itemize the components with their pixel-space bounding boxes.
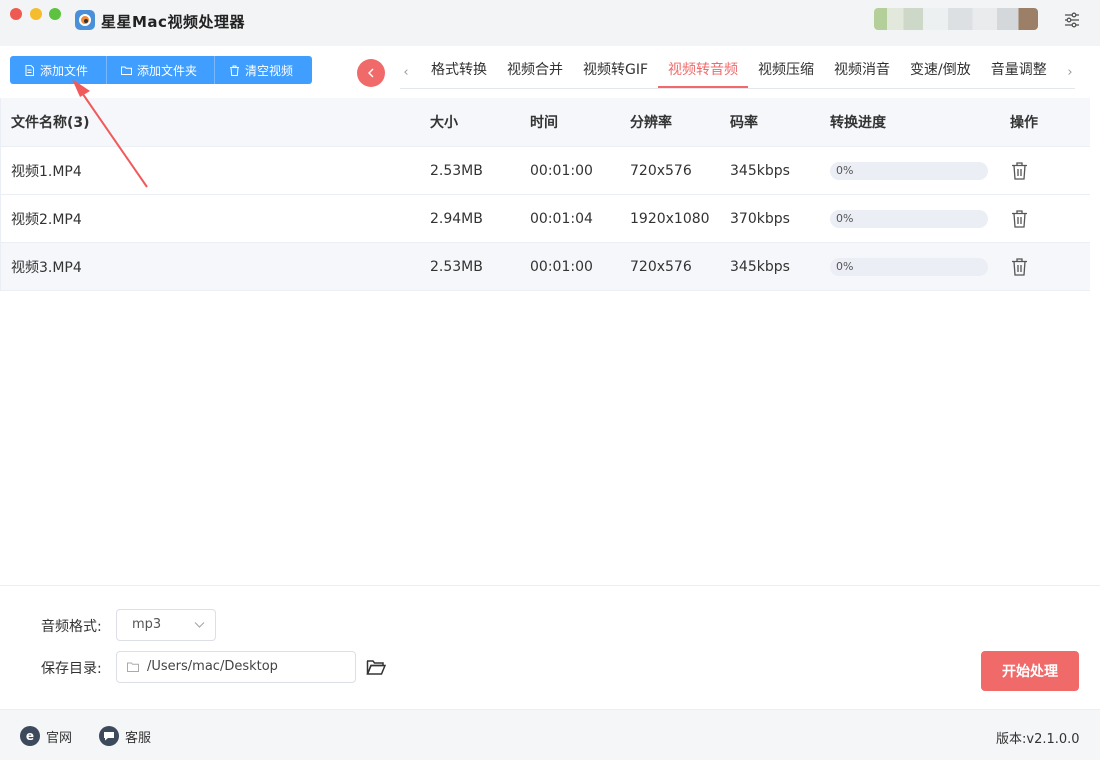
app-title: 星星Mac视频处理器 [101,13,245,31]
folder-icon [121,66,132,75]
file-resolution: 1920x1080 [630,210,710,227]
output-settings-panel: 音频格式: mp3 保存目录: /Users/mac/Desktop 开始处理 [0,585,1100,710]
save-dir-label: 保存目录: [41,661,102,677]
start-processing-button[interactable]: 开始处理 [981,651,1079,691]
add-file-button[interactable]: 添加文件 [10,56,107,84]
file-duration: 00:01:00 [530,258,593,275]
header-progress: 转换进度 [830,115,886,131]
file-duration: 00:01:04 [530,210,593,227]
tab-video-compress[interactable]: 视频压缩 [748,58,824,88]
progress-text: 0% [836,163,854,177]
trash-icon [230,65,239,76]
function-tabs: 格式转换 视频合并 视频转GIF 视频转音频 视频压缩 视频消音 变速/倒放 音… [421,58,1057,90]
table-row[interactable]: 视频1.MP4 2.53MB 00:01:00 720x576 345kbps … [1,147,1090,195]
chevron-left-icon [368,68,374,78]
header-size: 大小 [430,115,458,131]
chevron-down-icon [194,622,205,628]
progress-bar: 0% [830,257,988,276]
table-row[interactable]: 视频3.MP4 2.53MB 00:01:00 720x576 345kbps … [1,243,1090,291]
progress-text: 0% [836,211,854,225]
header-resolution: 分辨率 [630,115,672,131]
tab-format-convert[interactable]: 格式转换 [421,58,497,88]
save-dir-input[interactable]: /Users/mac/Desktop [116,651,356,683]
progress-text: 0% [836,259,854,273]
delete-trash-icon[interactable] [1011,209,1028,228]
open-folder-icon[interactable] [366,658,386,676]
browser-e-icon: e [20,726,40,746]
table-row[interactable]: 视频2.MP4 2.94MB 00:01:04 1920x1080 370kbp… [1,195,1090,243]
support-label: 客服 [125,730,152,746]
clear-videos-button[interactable]: 清空视频 [215,56,312,84]
save-dir-value: /Users/mac/Desktop [147,659,278,674]
file-resolution: 720x576 [630,162,692,179]
progress-bar: 0% [830,161,988,180]
header-time: 时间 [530,115,558,131]
file-icon [25,64,34,76]
delete-trash-icon[interactable] [1011,161,1028,180]
audio-format-select[interactable]: mp3 [116,609,216,641]
user-avatar[interactable] [874,8,1038,30]
audio-format-label: 音频格式: [41,619,102,635]
file-name: 视频2.MP4 [11,211,82,228]
progress-bar: 0% [830,209,988,228]
file-size: 2.94MB [430,210,483,227]
file-resolution: 720x576 [630,258,692,275]
version-text: 版本:v2.1.0.0 [996,732,1080,747]
window-maximize-button[interactable] [49,8,61,20]
table-header: 文件名称(3) 大小 时间 分辨率 码率 转换进度 操作 [1,98,1090,147]
file-size: 2.53MB [430,162,483,179]
tabs-scroll-left-icon[interactable]: ‹ [398,62,414,82]
tabs-scroll-right-icon[interactable]: › [1062,62,1078,82]
tab-volume-adjust[interactable]: 音量调整 [981,58,1057,88]
toolbar: 添加文件 添加文件夹 清空视频 ‹ 格式转换 视频合并 视频转GIF 视频转音频… [0,46,1100,98]
file-bitrate: 345kbps [730,258,790,275]
support-link[interactable]: 客服 [99,726,151,746]
tab-video-to-gif[interactable]: 视频转GIF [573,58,658,88]
file-duration: 00:01:00 [530,162,593,179]
file-bitrate: 370kbps [730,210,790,227]
title-bar: 星星Mac视频处理器 [0,0,1100,46]
website-link[interactable]: e 官网 [20,726,72,746]
delete-trash-icon[interactable] [1011,257,1028,276]
file-name: 视频3.MP4 [11,259,82,276]
header-name: 文件名称(3) [11,115,90,131]
add-file-label: 添加文件 [40,63,89,78]
add-folder-label: 添加文件夹 [137,63,198,78]
header-action: 操作 [1010,115,1038,131]
chat-bubble-icon [99,726,119,746]
footer: e 官网 客服 版本:v2.1.0.0 [0,710,1100,760]
add-folder-button[interactable]: 添加文件夹 [107,56,215,84]
audio-format-value: mp3 [132,617,162,632]
website-label: 官网 [46,730,73,746]
tabs-divider [400,88,1075,89]
folder-icon [127,662,139,672]
header-bitrate: 码率 [730,115,758,131]
tab-video-to-audio[interactable]: 视频转音频 [658,58,749,88]
clear-videos-label: 清空视频 [245,63,294,78]
tab-video-merge[interactable]: 视频合并 [497,58,573,88]
file-button-group: 添加文件 添加文件夹 清空视频 [10,56,312,84]
file-size: 2.53MB [430,258,483,275]
settings-sliders-icon[interactable] [1064,12,1080,28]
tab-video-mute[interactable]: 视频消音 [824,58,900,88]
window-minimize-button[interactable] [30,8,42,20]
tab-speed-reverse[interactable]: 变速/倒放 [900,58,981,88]
window-close-button[interactable] [10,8,22,20]
collapse-button[interactable] [357,59,385,87]
file-bitrate: 345kbps [730,162,790,179]
file-table: 文件名称(3) 大小 时间 分辨率 码率 转换进度 操作 视频1.MP4 2.5… [0,98,1090,291]
app-logo-icon [75,10,95,30]
file-name: 视频1.MP4 [11,163,82,180]
